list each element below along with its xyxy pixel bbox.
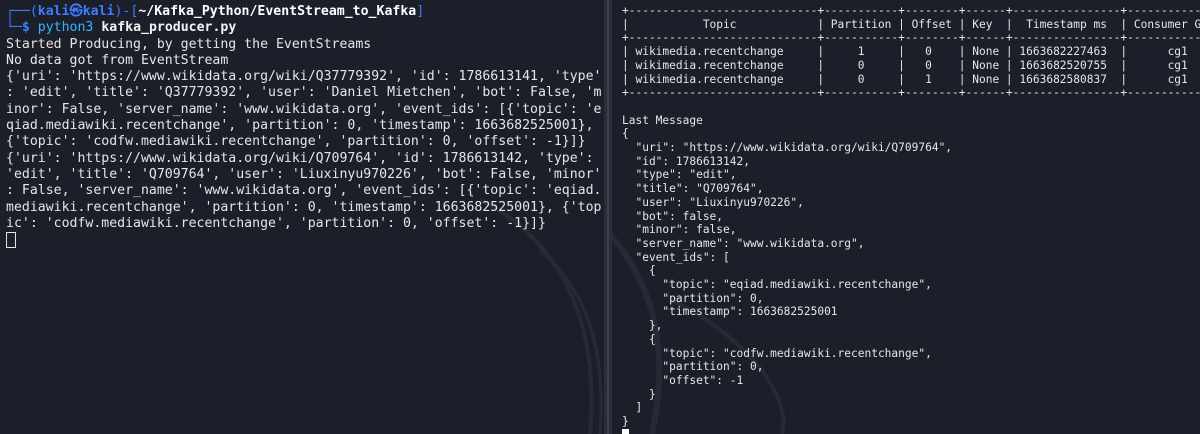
output-line: No data got from EventStream — [6, 52, 229, 68]
json-line: "partition": 0, — [622, 360, 764, 374]
json-line: "uri": "https://www.wikidata.org/wiki/Q7… — [622, 141, 953, 155]
json-line: "topic": "eqiad.mediawiki.recentchange", — [622, 278, 932, 292]
output-line: qiad.mediawiki.recentchange', 'partition… — [6, 118, 594, 134]
prompt-user: kali — [37, 4, 70, 19]
output-line: mediawiki.recentchange', 'partition': 0,… — [6, 199, 602, 215]
json-line: "id": 1786613142, — [622, 154, 750, 168]
output-line: {'uri': 'https://www.wikidata.org/wiki/Q… — [6, 150, 594, 166]
output-line: {'topic': 'codfw.mediawiki.recentchange'… — [6, 134, 586, 150]
table-row: | wikimedia.recentchange | 0 | 1 | None … — [622, 72, 1200, 86]
command-name: python3 — [37, 20, 94, 36]
left-terminal-output: ┌──(kali㉿kali)-[~/Kafka_Python/EventStre… — [0, 0, 604, 253]
last-message-label: Last Message — [622, 113, 703, 127]
prompt-path: ~/Kafka_Python/EventStream_to_Kafka — [138, 4, 417, 19]
json-line: { — [622, 127, 629, 141]
terminal-window: ┌──(kali㉿kali)-[~/Kafka_Python/EventStre… — [0, 0, 1200, 434]
json-line: "topic": "codfw.mediawiki.recentchange", — [622, 346, 932, 360]
right-terminal-output: +----------------------------+----------… — [612, 0, 1200, 434]
prompt-host: kali — [82, 4, 115, 19]
json-line: }, — [622, 319, 663, 333]
output-line: inor': False, 'server_name': 'www.wikida… — [6, 101, 602, 117]
terminal-cursor[interactable] — [6, 232, 16, 249]
prompt-line-1: ┌──(kali㉿kali)-[~/Kafka_Python/EventStre… — [6, 4, 425, 19]
table-border-bottom: +----------------------------+----------… — [622, 86, 1200, 100]
output-line: {'uri': 'https://www.wikidata.org/wiki/Q… — [6, 69, 602, 85]
output-line: : 'edit', 'title': 'Q37779392', 'user': … — [6, 85, 602, 101]
pane-divider[interactable] — [604, 0, 612, 434]
json-line: "type": "edit", — [622, 168, 737, 182]
json-line: "event_ids": [ — [622, 250, 730, 264]
table-row: | wikimedia.recentchange | 1 | 0 | None … — [622, 45, 1200, 59]
json-line: "offset": -1 — [622, 373, 744, 387]
json-line: "server_name": "www.wikidata.org", — [622, 236, 865, 250]
json-line: } — [622, 387, 656, 401]
json-line: "minor": false, — [622, 223, 737, 237]
output-line: : False, 'server_name': 'www.wikidata.or… — [6, 183, 602, 199]
table-header-row: | Topic | Partition | Offset | Key | Tim… — [622, 17, 1200, 31]
left-terminal-pane[interactable]: ┌──(kali㉿kali)-[~/Kafka_Python/EventStre… — [0, 0, 604, 434]
json-line: { — [622, 332, 656, 346]
json-line: "bot": false, — [622, 209, 724, 223]
json-line: ] — [622, 401, 643, 415]
json-line: "timestamp": 1663682525001 — [622, 305, 838, 319]
json-line: "partition": 0, — [622, 291, 764, 305]
table-row: | wikimedia.recentchange | 0 | 0 | None … — [622, 58, 1200, 72]
prompt-line-2: └─$ python3 kafka_producer.py — [6, 20, 237, 36]
output-line: 'edit', 'title': 'Q709764', 'user': 'Liu… — [6, 166, 602, 182]
json-line: } — [622, 415, 629, 429]
table-border-mid: +----------------------------+----------… — [622, 31, 1200, 45]
output-line: Started Producing, by getting the EventS… — [6, 36, 372, 52]
json-line: "title": "Q709764", — [622, 182, 764, 196]
right-terminal-pane[interactable]: +----------------------------+----------… — [612, 0, 1200, 434]
table-border-top: +----------------------------+----------… — [622, 4, 1200, 17]
output-line: ic': 'codfw.mediawiki.recentchange', 'pa… — [6, 215, 546, 231]
json-line: "user": "Liuxinyu970226", — [622, 195, 804, 209]
json-line: { — [622, 264, 656, 278]
terminal-cursor[interactable] — [622, 429, 629, 434]
command-argument: kafka_producer.py — [101, 20, 237, 36]
